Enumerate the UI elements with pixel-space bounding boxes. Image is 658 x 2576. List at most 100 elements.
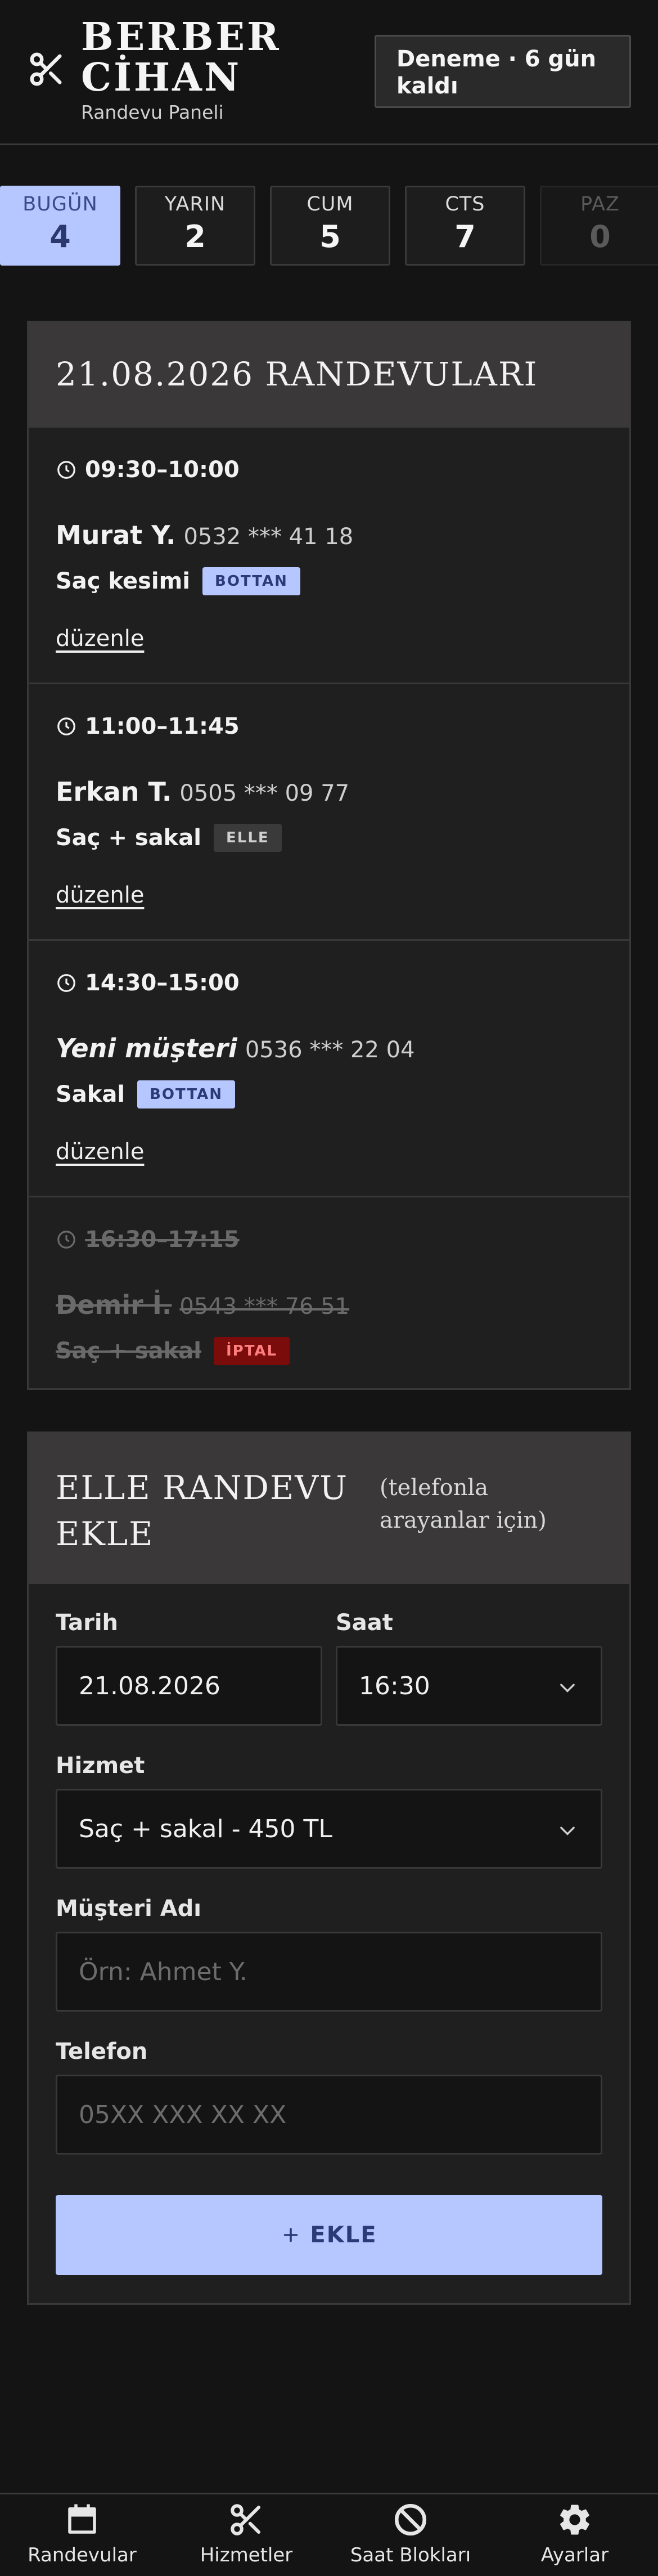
chevron-down-icon bbox=[560, 1684, 575, 1693]
edit-link[interactable]: düzenle bbox=[56, 882, 144, 908]
day-tab-sunday[interactable]: PAZ 0 bbox=[540, 186, 658, 266]
day-tab-name: BUGÜN bbox=[22, 193, 98, 216]
service-name: Saç + sakal bbox=[56, 825, 201, 851]
nav-label: Saat Blokları bbox=[350, 2544, 471, 2566]
appointments-title: 21.08.2026 RANDEVULARI bbox=[29, 322, 629, 426]
trial-badge[interactable]: Deneme · 6 gün kaldı bbox=[375, 35, 631, 108]
gear-icon bbox=[560, 2505, 589, 2535]
day-tab-name: PAZ bbox=[580, 193, 620, 216]
customer-phone: 0543 *** 76 51 bbox=[179, 1294, 350, 1320]
service-label: Hizmet bbox=[56, 1753, 145, 1779]
customer-name-text: Demir İ. bbox=[56, 1290, 172, 1320]
day-tab-count: 7 bbox=[454, 219, 476, 254]
appointment-time: 14:30–15:00 bbox=[56, 970, 240, 996]
appointment-item: 09:30–10:00 Murat Y. 0532 *** 41 18 Saç k… bbox=[29, 426, 629, 683]
time-label: Saat bbox=[336, 1610, 393, 1636]
nav-item-services[interactable]: Hizmetler bbox=[164, 2494, 328, 2576]
date-label: Tarih bbox=[56, 1610, 119, 1636]
phone-label: Telefon bbox=[56, 2039, 148, 2065]
appointment-time: 11:00–11:45 bbox=[56, 713, 240, 739]
day-tab-name: CUM bbox=[307, 193, 354, 216]
app-header: BERBER CİHAN Randevu Paneli Deneme · 6 g… bbox=[0, 0, 658, 145]
service-name: Saç + sakal bbox=[56, 1338, 201, 1364]
appointment-time: 16:30–17:15 bbox=[56, 1227, 240, 1253]
edit-link[interactable]: düzenle bbox=[56, 1139, 144, 1165]
day-tabs: BUGÜN 4 YARIN 2 CUM 5 CTS 7 PAZ 0 bbox=[0, 186, 658, 266]
plus-icon bbox=[284, 2228, 298, 2242]
day-tab-saturday[interactable]: CTS 7 bbox=[405, 186, 525, 266]
appointment-time-text: 16:30–17:15 bbox=[85, 1227, 240, 1253]
day-tab-count: 5 bbox=[319, 219, 341, 254]
add-appointment-header: ELLE RANDEVU EKLE (telefonla arayanlar i… bbox=[29, 1433, 629, 1584]
time-select[interactable]: 16:30 bbox=[336, 1646, 602, 1726]
customer-phone: 0532 *** 41 18 bbox=[183, 524, 354, 550]
day-tab-count: 0 bbox=[589, 219, 611, 254]
day-tab-count: 4 bbox=[49, 219, 71, 254]
customer-name-text: Erkan T. bbox=[56, 777, 172, 807]
day-tab-friday[interactable]: CUM 5 bbox=[270, 186, 390, 266]
day-tab-name: CTS bbox=[445, 193, 485, 216]
brand-name: BERBER CİHAN bbox=[81, 17, 281, 98]
appointment-item: 14:30–15:00 Yeni müşteri 0536 *** 22 04 S… bbox=[29, 939, 629, 1196]
status-badge: İPTAL bbox=[213, 1337, 290, 1365]
calendar-icon bbox=[68, 2504, 96, 2534]
add-appointment-title: ELLE RANDEVU EKLE bbox=[56, 1469, 349, 1553]
edit-link[interactable]: düzenle bbox=[56, 626, 144, 652]
customer-name-label: Müşteri Adı bbox=[56, 1896, 202, 1922]
nav-item-appointments[interactable]: Randevular bbox=[0, 2494, 164, 2576]
service-name: Sakal bbox=[56, 1081, 125, 1107]
customer-phone: 0536 *** 22 04 bbox=[245, 1037, 415, 1063]
customer-phone: 0505 *** 09 77 bbox=[179, 780, 350, 806]
add-appointment-note: (telefonla arayanlar için) bbox=[380, 1475, 547, 1533]
brand-subtitle: Randevu Paneli bbox=[81, 101, 224, 123]
customer-name-text: Yeni müşteri bbox=[56, 1033, 237, 1063]
day-tab-name: YARIN bbox=[164, 193, 226, 216]
day-tab-today[interactable]: BUGÜN 4 bbox=[0, 186, 120, 266]
service-select[interactable]: Saç + sakal - 450 TL bbox=[56, 1789, 602, 1869]
nav-label: Ayarlar bbox=[540, 2544, 609, 2566]
chevron-down-icon bbox=[560, 1826, 575, 1835]
bottom-nav: Randevular Hizmetler Saat Blokları Ayarl… bbox=[0, 2493, 658, 2576]
appointment-time-text: 09:30–10:00 bbox=[85, 457, 240, 483]
nav-item-settings[interactable]: Ayarlar bbox=[493, 2494, 657, 2576]
scissors-icon bbox=[231, 2504, 261, 2535]
time-select-value: 16:30 bbox=[359, 1671, 430, 1700]
source-badge: ELLE bbox=[213, 824, 282, 852]
brand-line-2: CİHAN bbox=[81, 55, 242, 100]
day-tab-tomorrow[interactable]: YARIN 2 bbox=[135, 186, 255, 266]
nav-label: Hizmetler bbox=[200, 2544, 293, 2566]
customer-name: Erkan T. 0505 *** 09 77 bbox=[56, 777, 349, 807]
nav-item-time-blocks[interactable]: Saat Blokları bbox=[328, 2494, 493, 2576]
scissors-icon bbox=[30, 52, 62, 86]
customer-name-input[interactable]: Örn: Ahmet Y. bbox=[56, 1932, 602, 2012]
add-appointment-card: ELLE RANDEVU EKLE (telefonla arayanlar i… bbox=[27, 1431, 631, 2305]
date-field[interactable]: 21.08.2026 bbox=[56, 1646, 322, 1726]
clock-icon bbox=[57, 1231, 75, 1249]
phone-input[interactable]: 05XX XXX XX XX bbox=[56, 2075, 602, 2155]
source-badge: BOTTAN bbox=[202, 567, 300, 595]
appointment-service: Sakal BOTTAN bbox=[56, 1080, 235, 1109]
add-appointment-button[interactable]: EKLE bbox=[56, 2195, 602, 2275]
add-button-label: EKLE bbox=[310, 2222, 377, 2248]
nav-label: Randevular bbox=[28, 2544, 137, 2566]
customer-name: Yeni müşteri 0536 *** 22 04 bbox=[56, 1033, 415, 1063]
appointments-card: 21.08.2026 RANDEVULARI 09:30–10:00 Murat… bbox=[27, 321, 631, 1390]
clock-icon bbox=[57, 974, 75, 992]
customer-name: Demir İ. 0543 *** 76 51 bbox=[56, 1290, 349, 1320]
customer-name: Murat Y. 0532 *** 41 18 bbox=[56, 520, 353, 550]
block-icon bbox=[394, 2503, 427, 2536]
appointment-service: Saç kesimi BOTTAN bbox=[56, 567, 300, 595]
appointment-time-text: 14:30–15:00 bbox=[85, 970, 240, 996]
customer-name-text: Murat Y. bbox=[56, 520, 176, 550]
appointment-time-text: 11:00–11:45 bbox=[85, 713, 240, 739]
appointment-service: Saç + sakal İPTAL bbox=[56, 1337, 290, 1365]
appointment-service: Saç + sakal ELLE bbox=[56, 824, 282, 852]
service-name: Saç kesimi bbox=[56, 568, 191, 594]
clock-icon bbox=[57, 717, 75, 735]
brand-line-1: BERBER bbox=[81, 15, 281, 60]
service-select-value: Saç + sakal - 450 TL bbox=[79, 1814, 332, 1843]
appointment-time: 09:30–10:00 bbox=[56, 457, 240, 483]
source-badge: BOTTAN bbox=[137, 1080, 235, 1109]
clock-icon bbox=[57, 461, 75, 479]
appointment-item-cancelled: 16:30–17:15 Demir İ. 0543 *** 76 51 Saç +… bbox=[29, 1196, 629, 1392]
